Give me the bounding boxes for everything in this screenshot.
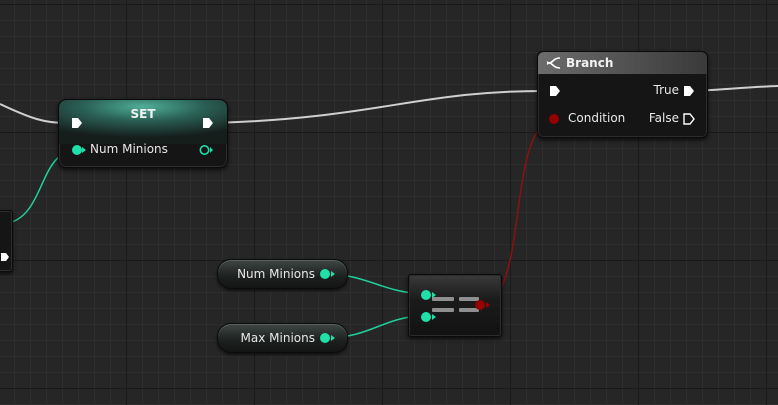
exec-in-pin-icon[interactable] bbox=[549, 85, 561, 97]
pin-arrow-icon bbox=[82, 147, 86, 153]
offscreen-node[interactable] bbox=[0, 210, 13, 272]
branch-node-header bbox=[538, 52, 707, 74]
equal-input-a-pin[interactable] bbox=[421, 290, 431, 300]
exec-wire-set-to-branch bbox=[213, 89, 551, 124]
num-minions-output-pin-icon[interactable] bbox=[199, 144, 213, 156]
equals-icon bbox=[432, 308, 454, 312]
condition-label: Condition bbox=[568, 111, 626, 125]
exec-in-pin-icon[interactable] bbox=[71, 117, 83, 129]
pin-arrow-icon bbox=[331, 335, 335, 341]
true-exec-pin-icon[interactable] bbox=[683, 85, 695, 97]
num-minions-getter-pin[interactable] bbox=[320, 269, 330, 279]
exec-out-pin-icon[interactable] bbox=[202, 117, 214, 129]
equal-input-b-pin[interactable] bbox=[421, 312, 431, 322]
pin-arrow-icon bbox=[432, 314, 436, 320]
true-label: True bbox=[653, 83, 680, 97]
max-minions-getter-label: Max Minions bbox=[240, 331, 315, 345]
max-minions-getter-pin[interactable] bbox=[320, 333, 330, 343]
set-node[interactable]: SET Num Minions bbox=[58, 99, 228, 168]
equal-output-pin[interactable] bbox=[475, 300, 485, 310]
pin-arrow-icon bbox=[331, 271, 335, 277]
branch-node-title: Branch bbox=[566, 56, 614, 70]
exec-out-pin-icon bbox=[1, 253, 9, 261]
max-minions-getter[interactable]: Max Minions bbox=[217, 323, 348, 353]
num-minions-getter[interactable]: Num Minions bbox=[217, 259, 348, 289]
equals-icon bbox=[432, 297, 454, 301]
branch-icon bbox=[547, 57, 561, 69]
pin-arrow-icon bbox=[486, 302, 490, 308]
equal-node[interactable] bbox=[408, 274, 502, 337]
branch-node[interactable]: Branch Condition True False bbox=[537, 51, 708, 138]
condition-pin[interactable] bbox=[549, 114, 559, 124]
num-minions-getter-label: Num Minions bbox=[237, 267, 315, 281]
false-label: False bbox=[648, 111, 679, 125]
false-exec-pin-icon[interactable] bbox=[683, 113, 695, 125]
set-node-pin-label: Num Minions bbox=[90, 142, 168, 156]
num-minions-input-pin[interactable] bbox=[72, 145, 82, 155]
